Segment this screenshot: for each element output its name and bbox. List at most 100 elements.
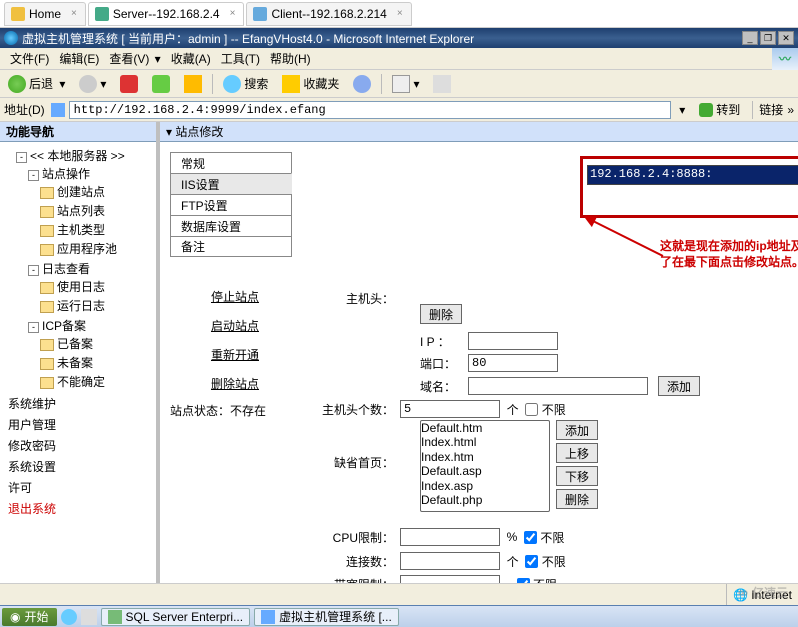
unit-label: 个 xyxy=(507,401,519,418)
titlebar: 虚拟主机管理系统 [ 当前用户：admin ] -- EfangVHost4.0… xyxy=(0,28,798,48)
tree-toggle[interactable]: - xyxy=(28,170,39,181)
print-icon xyxy=(433,75,451,93)
tree-create-site[interactable]: 创建站点 xyxy=(57,185,105,199)
sidebar-title: 功能导航 xyxy=(0,122,156,142)
menu-fav[interactable]: 收藏(A) xyxy=(167,48,215,69)
tree-site-list[interactable]: 站点列表 xyxy=(57,204,105,218)
close-button[interactable]: ✕ xyxy=(778,31,794,45)
reopen-site-link[interactable]: 重新开通 xyxy=(190,340,280,369)
start-site-link[interactable]: 启动站点 xyxy=(190,311,280,340)
delete-site-link[interactable]: 删除站点 xyxy=(190,369,280,398)
add-host-button[interactable]: 添加 xyxy=(658,376,700,396)
stop-button[interactable] xyxy=(116,73,142,95)
tree-root[interactable]: << 本地服务器 >> xyxy=(30,149,125,163)
vtab-db[interactable]: 数据库设置 xyxy=(170,215,292,236)
conn-input[interactable] xyxy=(400,552,500,570)
port-input[interactable] xyxy=(468,354,558,372)
label-port: 端口： xyxy=(420,355,468,372)
tree-sys-maint[interactable]: 系统维护 xyxy=(8,393,154,414)
tree-license[interactable]: 许可 xyxy=(8,477,154,498)
window-title: 虚拟主机管理系统 [ 当前用户：admin ] -- EfangVHost4.0… xyxy=(22,30,474,47)
task-sql[interactable]: SQL Server Enterpri... xyxy=(101,608,251,626)
tree-site-ops[interactable]: 站点操作 xyxy=(42,167,90,181)
domain-input[interactable] xyxy=(468,377,648,395)
address-bar: 地址(D) ▾ 转到 链接 » xyxy=(0,98,798,122)
ip-input[interactable] xyxy=(468,332,558,350)
hostcount-input[interactable] xyxy=(400,400,500,418)
address-dropdown-icon[interactable]: ▾ xyxy=(675,103,689,117)
tree-icp-undone[interactable]: 未备案 xyxy=(57,356,93,370)
close-icon[interactable]: × xyxy=(230,8,236,19)
tree-toggle[interactable]: - xyxy=(28,265,39,276)
close-icon[interactable]: × xyxy=(71,8,77,19)
tree-host-type[interactable]: 主机类型 xyxy=(57,223,105,237)
tree-sys-set[interactable]: 系统设置 xyxy=(8,456,154,477)
client-icon xyxy=(253,7,267,21)
favorites-button[interactable]: 收藏夹 xyxy=(278,73,343,95)
restore-button[interactable]: ❐ xyxy=(760,31,776,45)
go-button[interactable]: 转到 xyxy=(693,99,746,120)
label-default: 缺省首页： xyxy=(320,454,400,471)
search-button[interactable]: 搜索 xyxy=(219,73,272,95)
label-cpu: CPU限制： xyxy=(320,529,400,546)
tree-log-use[interactable]: 使用日志 xyxy=(57,280,105,294)
default-up-button[interactable]: 上移 xyxy=(556,443,598,463)
history-button[interactable] xyxy=(349,73,375,95)
chevron-right-icon[interactable]: » xyxy=(787,103,794,117)
default-add-button[interactable]: 添加 xyxy=(556,420,598,440)
mail-button[interactable]: ▾ xyxy=(388,73,423,95)
annotation-text: 这就是现在添加的ip地址及端口，修改完成后最后别忘记了在最下面点击修改站点。 xyxy=(660,238,798,270)
menu-help[interactable]: 帮助(H) xyxy=(266,48,315,69)
tree-change-pwd[interactable]: 修改密码 xyxy=(8,435,154,456)
bw-input[interactable] xyxy=(400,575,500,583)
tree-logout[interactable]: 退出系统 xyxy=(8,498,154,519)
tree-icp-unknown[interactable]: 不能确定 xyxy=(57,375,105,389)
quick-launch-icon[interactable] xyxy=(61,609,77,625)
quick-launch-icon[interactable] xyxy=(81,609,97,625)
ie-toolbar: 后退 ▾ ▾ 搜索 收藏夹 ▾ xyxy=(0,70,798,98)
close-icon[interactable]: × xyxy=(397,8,403,19)
menu-view[interactable]: 查看(V) ▾ xyxy=(105,48,164,69)
vtab-iis[interactable]: IIS设置 xyxy=(170,173,292,194)
pct-label: % xyxy=(507,530,518,544)
host-entry-selected[interactable]: 192.168.2.4:8888: xyxy=(587,165,798,185)
default-down-button[interactable]: 下移 xyxy=(556,466,598,486)
minimize-button[interactable]: _ xyxy=(742,31,758,45)
hostcount-unlimited-checkbox[interactable] xyxy=(525,403,538,416)
cpu-unlimited-checkbox[interactable] xyxy=(524,531,537,544)
print-button[interactable] xyxy=(429,73,455,95)
stop-site-link[interactable]: 停止站点 xyxy=(190,282,280,311)
refresh-button[interactable] xyxy=(148,73,174,95)
task-vhost[interactable]: 虚拟主机管理系统 [... xyxy=(254,608,399,626)
tab-server[interactable]: Server--192.168.2.4 × xyxy=(88,2,245,26)
vtab-ftp[interactable]: FTP设置 xyxy=(170,194,292,215)
tree-log[interactable]: 日志查看 xyxy=(42,262,90,276)
tree-toggle[interactable]: - xyxy=(28,322,39,333)
menu-tools[interactable]: 工具(T) xyxy=(217,48,264,69)
vtab-note[interactable]: 备注 xyxy=(170,236,292,257)
home-button[interactable] xyxy=(180,73,206,95)
links-label[interactable]: 链接 xyxy=(759,101,783,118)
back-button[interactable]: 后退 ▾ xyxy=(4,73,69,95)
forward-button[interactable]: ▾ xyxy=(75,73,110,95)
cpu-input[interactable] xyxy=(400,528,500,546)
tree-app-pool[interactable]: 应用程序池 xyxy=(57,242,117,256)
menu-edit[interactable]: 编辑(E) xyxy=(55,48,103,69)
menu-file[interactable]: 文件(F) xyxy=(6,48,53,69)
start-button[interactable]: ◉ 开始 xyxy=(2,608,57,626)
tree-user-mgmt[interactable]: 用户管理 xyxy=(8,414,154,435)
bw-unlimited-checkbox[interactable] xyxy=(517,578,530,584)
tree-log-run[interactable]: 运行日志 xyxy=(57,299,105,313)
conn-unlimited-checkbox[interactable] xyxy=(525,555,538,568)
tab-client[interactable]: Client--192.168.2.214 × xyxy=(246,2,411,26)
home-icon xyxy=(11,7,25,21)
tab-home[interactable]: Home × xyxy=(4,2,86,26)
tree-toggle[interactable]: - xyxy=(16,152,27,163)
vtab-general[interactable]: 常规 xyxy=(170,152,292,173)
address-input[interactable] xyxy=(69,101,672,119)
tree-icp[interactable]: ICP备案 xyxy=(42,319,86,333)
default-pages-list[interactable]: Default.htmIndex.htmlIndex.htmDefault.as… xyxy=(420,420,550,512)
default-del-button[interactable]: 删除 xyxy=(556,489,598,509)
tree-icp-done[interactable]: 已备案 xyxy=(57,337,93,351)
delete-host-button[interactable]: 删除 xyxy=(420,304,462,324)
